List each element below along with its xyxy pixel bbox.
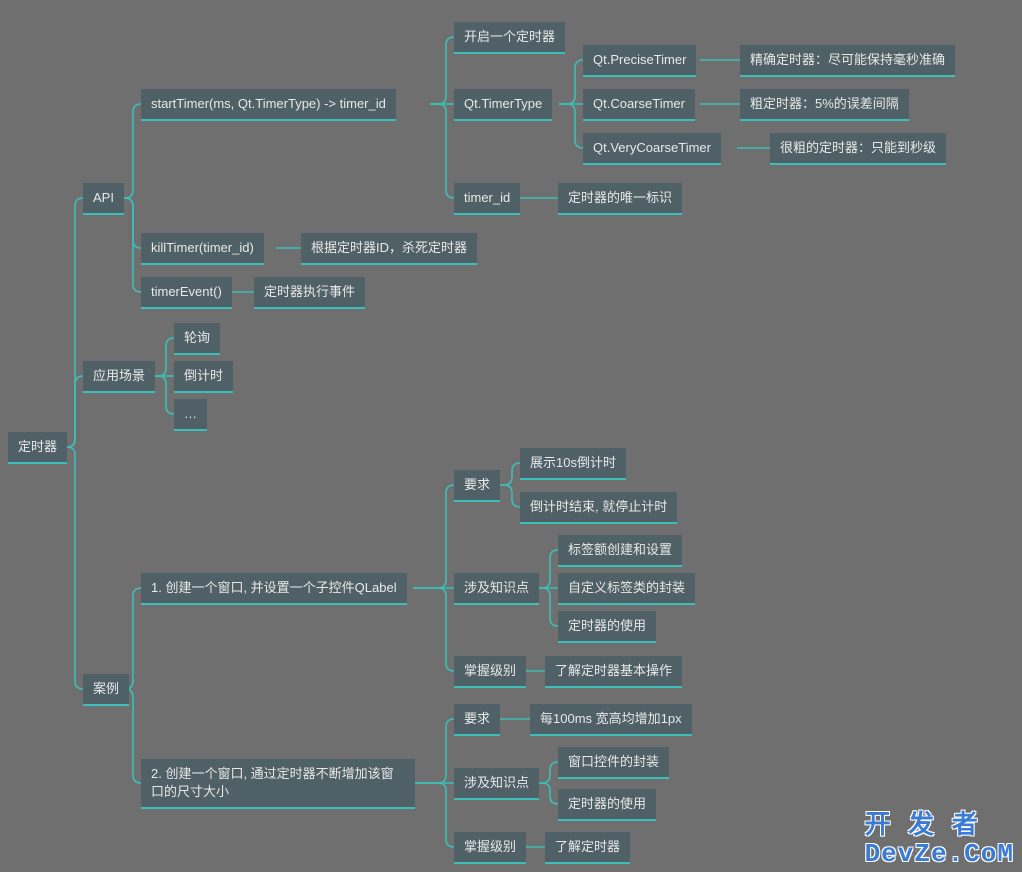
node-c1-req[interactable]: 要求 [454,470,500,502]
node-c2-req-desc: 每100ms 宽高均增加1px [530,704,692,736]
node-c2-kp-b: 定时器的使用 [558,789,656,821]
node-timertype[interactable]: Qt.TimerType [454,89,552,121]
node-timerid: timer_id [454,183,520,215]
node-c1-req-a: 展示10s倒计时 [520,448,626,480]
node-precise: Qt.PreciseTimer [583,45,696,77]
node-case2[interactable]: 2. 创建一个窗口, 通过定时器不断增加该窗口的尺寸大小 [141,759,415,809]
node-poll: 轮询 [174,323,220,355]
node-root[interactable]: 定时器 [8,432,67,464]
node-c1-req-b: 倒计时结束, 就停止计时 [520,492,677,524]
connector-lines [0,0,1022,872]
node-verycoarse-desc: 很粗的定时器：只能到秒级 [770,133,946,165]
node-killtimer-desc: 根据定时器ID，杀死定时器 [301,233,477,265]
node-api[interactable]: API [83,183,124,215]
node-more: … [174,399,207,431]
node-c1-level[interactable]: 掌握级别 [454,656,526,688]
watermark-logo: 开 发 者 DevZe.CoM [865,813,1014,868]
node-scenes[interactable]: 应用场景 [83,361,155,393]
node-starttimer-open: 开启一个定时器 [454,22,565,54]
node-timerid-desc: 定时器的唯一标识 [558,183,682,215]
node-c1-kp-b: 自定义标签类的封装 [558,573,695,605]
node-starttimer[interactable]: startTimer(ms, Qt.TimerType) -> timer_id [141,89,396,121]
node-c1-level-desc: 了解定时器基本操作 [545,656,682,688]
watermark-line2: DevZe.CoM [865,839,1014,869]
node-verycoarse: Qt.VeryCoarseTimer [583,133,721,165]
watermark-line1: 开 发 者 [865,811,979,841]
node-c1-kp[interactable]: 涉及知识点 [454,573,539,605]
node-precise-desc: 精确定时器：尽可能保持毫秒准确 [740,45,955,77]
node-c2-kp-a: 窗口控件的封装 [558,747,669,779]
node-killtimer[interactable]: killTimer(timer_id) [141,233,264,265]
node-coarse: Qt.CoarseTimer [583,89,695,121]
node-timerevent[interactable]: timerEvent() [141,277,232,309]
node-timerevent-desc: 定时器执行事件 [254,277,365,309]
node-c1-kp-a: 标签额创建和设置 [558,535,682,567]
node-c2-level-desc: 了解定时器 [545,832,630,864]
node-c2-kp[interactable]: 涉及知识点 [454,768,539,800]
node-cases[interactable]: 案例 [83,674,129,706]
node-coarse-desc: 粗定时器：5%的误差间隔 [740,89,909,121]
node-c1-kp-c: 定时器的使用 [558,611,656,643]
node-countdown: 倒计时 [174,361,233,393]
node-c2-req[interactable]: 要求 [454,704,500,736]
node-case1[interactable]: 1. 创建一个窗口, 并设置一个子控件QLabel [141,573,407,605]
node-c2-level[interactable]: 掌握级别 [454,832,526,864]
